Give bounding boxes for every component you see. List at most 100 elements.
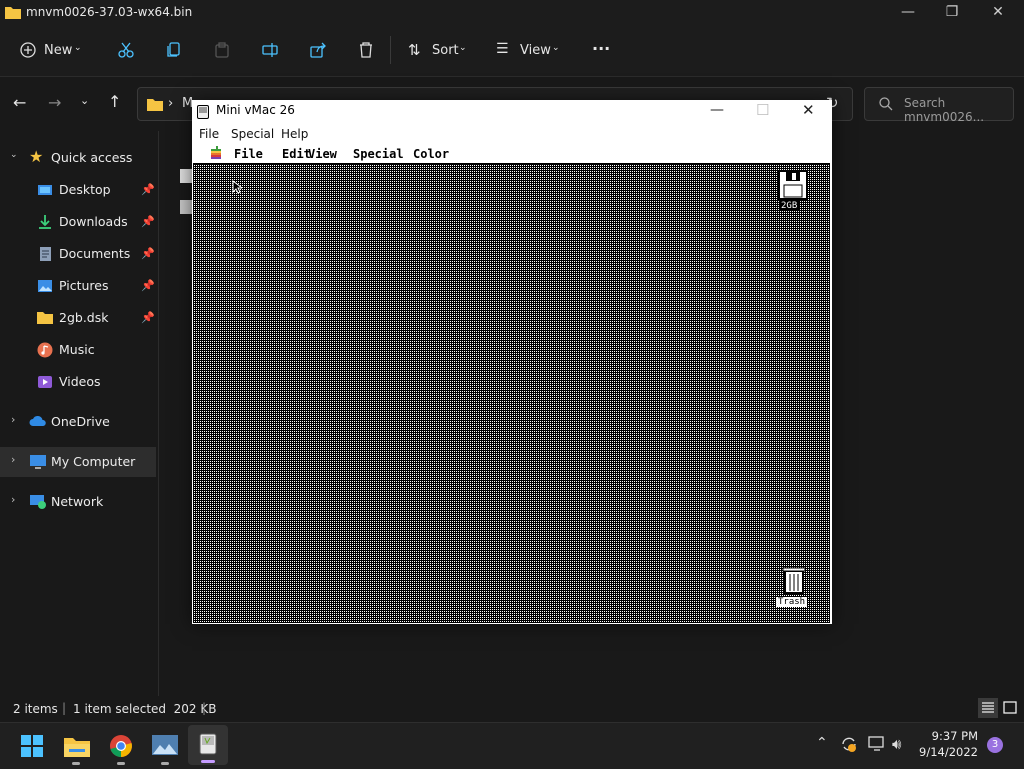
- cut-icon[interactable]: [118, 42, 134, 58]
- pin-icon: 📌: [141, 215, 155, 228]
- mini-vmac-taskbar-button[interactable]: [188, 725, 228, 765]
- mac-desktop[interactable]: File Edit View Special Color 2GB Trash: [193, 145, 830, 623]
- nav-label: Network: [51, 494, 104, 509]
- chevron-down-icon: ⌄: [459, 43, 467, 53]
- forward-icon[interactable]: →: [48, 93, 61, 112]
- file-icon[interactable]: [180, 200, 192, 214]
- item-count: 2 items: [13, 702, 58, 716]
- back-icon[interactable]: ←: [13, 93, 26, 112]
- minimize-button[interactable]: —: [898, 4, 918, 20]
- nav-label: Quick access: [51, 150, 133, 165]
- status-bar: 2 items | 1 item selected 202 KB |: [0, 696, 1024, 722]
- search-icon: [879, 97, 893, 111]
- chrome-icon[interactable]: [109, 734, 133, 761]
- nav-network[interactable]: › Network: [0, 487, 156, 517]
- vmac-menu-file[interactable]: File: [199, 127, 219, 141]
- delete-icon[interactable]: [358, 42, 374, 58]
- apple-menu-icon[interactable]: [210, 146, 222, 163]
- close-button[interactable]: ✕: [802, 101, 815, 119]
- pin-icon: 📌: [141, 279, 155, 292]
- disk-icon[interactable]: 2GB: [776, 170, 810, 214]
- nav-item-videos[interactable]: Videos: [0, 367, 156, 397]
- disk-label: 2GB: [779, 201, 800, 211]
- nav-label: Videos: [59, 374, 101, 389]
- star-icon: ★: [29, 147, 44, 166]
- maximize-button[interactable]: ☐: [756, 101, 769, 119]
- pin-icon: 📌: [141, 311, 155, 324]
- large-icons-view-icon[interactable]: [1000, 698, 1020, 718]
- mac-menu-color[interactable]: Color: [413, 147, 449, 161]
- network-icon: [29, 494, 47, 513]
- clock-date[interactable]: 9/14/2022: [910, 745, 978, 759]
- command-bar: New ⌄ ⇅ Sort ⌄ ☰ View ⌄ ···: [0, 26, 1024, 77]
- folder-icon: [147, 97, 163, 111]
- vmac-window-title: Mini vMac 26: [216, 103, 295, 117]
- paste-icon[interactable]: [214, 42, 230, 58]
- sort-button[interactable]: ⇅ Sort ⌄: [408, 38, 472, 64]
- file-icon[interactable]: [180, 169, 192, 183]
- mac-menu-view[interactable]: View: [308, 147, 337, 161]
- mini-vmac-window[interactable]: Mini vMac 26 — ☐ ✕ File Special Help Fil…: [192, 100, 832, 624]
- nav-item-downloads[interactable]: Downloads 📌: [0, 207, 156, 237]
- nav-item-documents[interactable]: Documents 📌: [0, 239, 156, 269]
- search-box[interactable]: Search mnvm0026...: [864, 87, 1014, 124]
- nav-label: 2gb.dsk: [59, 310, 109, 325]
- navigation-pane: ⌄ ★ Quick access Desktop 📌 Downloads 📌 D…: [0, 131, 159, 696]
- clock-time[interactable]: 9:37 PM: [916, 729, 978, 743]
- running-indicator: [161, 762, 169, 765]
- chevron-down-icon: ⌄: [552, 43, 560, 53]
- minimize-button[interactable]: —: [710, 102, 724, 118]
- windows-start-icon[interactable]: [21, 735, 43, 760]
- new-button[interactable]: New ⌄: [20, 38, 84, 64]
- network-icon[interactable]: [868, 736, 886, 755]
- mac-menu-special[interactable]: Special: [353, 147, 404, 161]
- vmac-menu-special[interactable]: Special: [231, 127, 274, 141]
- chevron-up-icon[interactable]: ⌃: [816, 735, 828, 751]
- close-button[interactable]: ✕: [988, 4, 1008, 20]
- pin-icon: 📌: [141, 183, 155, 196]
- chevron-down-icon: ⌄: [10, 150, 18, 160]
- pictures-icon: [37, 278, 53, 294]
- up-icon[interactable]: ↑: [108, 92, 121, 111]
- view-label: View: [520, 43, 551, 58]
- search-input[interactable]: Search mnvm0026...: [904, 96, 1013, 124]
- view-button[interactable]: ☰ View ⌄: [496, 38, 564, 64]
- nav-item-2gb-dsk[interactable]: 2gb.dsk 📌: [0, 303, 156, 333]
- mouse-cursor: [232, 179, 244, 197]
- rename-icon[interactable]: [262, 42, 278, 58]
- notification-badge[interactable]: 3: [987, 737, 1003, 753]
- computer-icon: [29, 454, 47, 473]
- nav-label: Documents: [59, 246, 131, 261]
- running-indicator: [72, 762, 80, 765]
- sync-icon[interactable]: [840, 735, 858, 756]
- nav-my-computer[interactable]: › My Computer: [0, 447, 156, 477]
- trash-icon[interactable]: Trash: [776, 565, 812, 609]
- desktop-icon: [37, 182, 53, 198]
- divider: |: [62, 701, 67, 715]
- speaker-icon[interactable]: 🔊︎: [892, 735, 901, 753]
- file-explorer-icon[interactable]: [64, 735, 90, 760]
- nav-onedrive[interactable]: › OneDrive: [0, 407, 156, 437]
- recent-locations-icon[interactable]: ⌄: [80, 94, 89, 107]
- details-view-icon[interactable]: [978, 698, 998, 718]
- mac-menu-edit[interactable]: Edit: [282, 147, 311, 161]
- nav-item-pictures[interactable]: Pictures 📌: [0, 271, 156, 301]
- share-icon[interactable]: [310, 42, 326, 58]
- view-icon: ☰: [496, 41, 509, 57]
- more-options-icon[interactable]: ···: [592, 39, 610, 58]
- cloud-icon: [29, 415, 47, 430]
- maximize-button[interactable]: ❐: [942, 4, 962, 20]
- vmac-menu-help[interactable]: Help: [281, 127, 308, 141]
- chevron-right-icon: ›: [11, 453, 16, 466]
- taskbar: ⌃ 🔊︎ 9:37 PM 9/14/2022 3: [0, 722, 1024, 769]
- nav-item-desktop[interactable]: Desktop 📌: [0, 175, 156, 205]
- nav-quick-access[interactable]: ⌄ ★ Quick access: [0, 143, 156, 173]
- nav-label: My Computer: [51, 454, 136, 469]
- nav-item-music[interactable]: Music: [0, 335, 156, 365]
- selection-info: 1 item selected 202 KB: [73, 702, 217, 716]
- mac-menu-file[interactable]: File: [234, 147, 263, 161]
- chevron-right-icon: ›: [11, 493, 16, 506]
- running-indicator: [117, 762, 125, 765]
- copy-icon[interactable]: [166, 42, 182, 58]
- image-viewer-icon[interactable]: [152, 735, 178, 758]
